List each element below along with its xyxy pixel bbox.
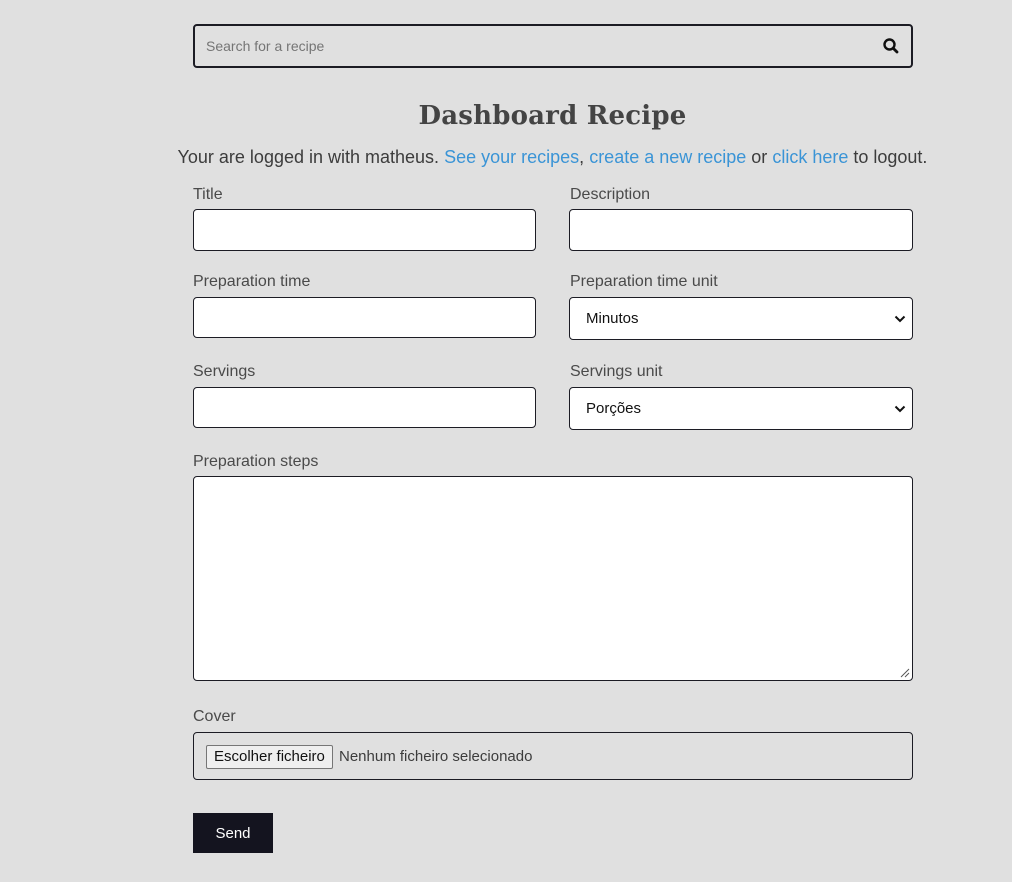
title-input[interactable] — [193, 209, 536, 251]
file-status-text: Nenhum ficheiro selecionado — [339, 748, 533, 765]
title-label: Title — [193, 186, 223, 203]
search-icon — [883, 38, 899, 54]
login-prefix: Your are logged in with matheus. — [177, 147, 440, 167]
preparation-steps-label: Preparation steps — [193, 453, 319, 470]
cover-label: Cover — [193, 708, 236, 725]
preparation-time-input[interactable] — [193, 297, 536, 338]
servings-input[interactable] — [193, 387, 536, 428]
servings-unit-value: Porções — [586, 400, 642, 417]
resize-handle-icon[interactable] — [900, 668, 910, 678]
preparation-time-unit-value: Minutos — [586, 310, 639, 327]
comma-separator: , — [579, 147, 585, 167]
servings-unit-label: Servings unit — [570, 363, 663, 380]
logout-suffix: to logout. — [853, 147, 928, 167]
preparation-time-label: Preparation time — [193, 273, 311, 290]
description-input[interactable] — [569, 209, 913, 251]
page-title: Dashboard Recipe — [418, 101, 687, 131]
description-label: Description — [570, 186, 651, 203]
search-input[interactable] — [195, 26, 855, 66]
preparation-time-unit-select[interactable]: Minutos — [569, 297, 913, 340]
page: Dashboard Recipe Your are logged in with… — [0, 0, 1012, 882]
choose-file-button[interactable]: Escolher ficheiro — [206, 745, 333, 769]
new-recipe-link[interactable]: create a new recipe — [589, 147, 746, 167]
see-recipes-link[interactable]: See your recipes — [444, 147, 579, 167]
cover-file-input: Escolher ficheiro Nenhum ficheiro seleci… — [193, 732, 913, 780]
send-button[interactable]: Send — [193, 813, 273, 853]
preparation-time-unit-label: Preparation time unit — [570, 273, 718, 290]
chevron-down-icon — [894, 315, 906, 322]
preparation-steps-textarea[interactable] — [193, 476, 913, 681]
servings-unit-select[interactable]: Porções — [569, 387, 913, 430]
search-form — [193, 24, 913, 68]
chevron-down-icon — [894, 405, 906, 412]
search-button[interactable] — [881, 36, 901, 56]
logout-link[interactable]: click here — [772, 147, 848, 167]
servings-label: Servings — [193, 363, 256, 380]
or-text: or — [751, 147, 768, 167]
login-message: Your are logged in with matheus. See you… — [0, 147, 1012, 168]
